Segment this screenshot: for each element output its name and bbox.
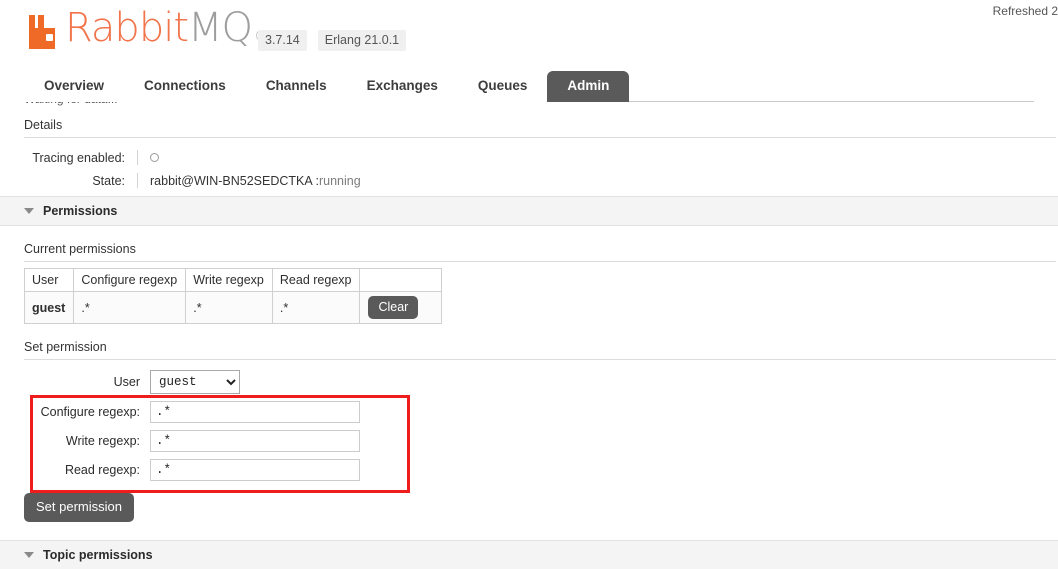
read-regexp-label: Read regexp:	[64, 463, 140, 477]
tracing-enabled-label: Tracing enabled:	[32, 151, 125, 165]
set-permission-button[interactable]: Set permission	[24, 493, 134, 522]
read-regexp-input[interactable]	[150, 459, 360, 481]
col-actions	[359, 268, 443, 292]
tab-channels[interactable]: Channels	[245, 71, 347, 102]
tracing-enabled-value	[137, 150, 159, 165]
rabbitmq-version-badge: 3.7.14	[258, 30, 307, 51]
write-regexp-input[interactable]	[150, 430, 360, 452]
tab-overview[interactable]: Overview	[24, 71, 125, 102]
form-row-write: Write regexp:	[0, 430, 1058, 452]
logo-rabbit-text: Rabbit	[65, 5, 189, 51]
configure-regexp-label: Configure regexp:	[40, 405, 140, 419]
logo-wordmark: RabbitMQ®	[65, 5, 269, 56]
col-read-regexp: Read regexp	[271, 268, 361, 292]
state-value: rabbit@WIN-BN52SEDCTKA : running	[137, 173, 361, 188]
table-header-row: User Configure regexp Write regexp Read …	[23, 268, 443, 292]
form-row-read: Read regexp:	[0, 459, 1058, 481]
rabbitmq-logo-icon	[28, 14, 62, 50]
chevron-down-icon[interactable]	[24, 208, 34, 214]
current-permissions-divider	[24, 261, 1056, 262]
col-configure-regexp: Configure regexp	[73, 268, 187, 292]
refreshed-status: Refreshed 2	[992, 4, 1058, 18]
permissions-section-title: Permissions	[43, 204, 118, 218]
state-status: running	[318, 173, 361, 188]
configure-regexp-input[interactable]	[150, 401, 360, 423]
details-list: Tracing enabled: State: rabbit@WIN-BN52S…	[0, 150, 1058, 188]
topic-permissions-section-header[interactable]: Topic permissions	[0, 540, 1058, 569]
permissions-table: User Configure regexp Write regexp Read …	[23, 268, 443, 324]
cell-write: .*	[185, 291, 273, 324]
cell-read: .*	[271, 291, 361, 324]
tab-queues[interactable]: Queues	[457, 71, 548, 102]
cell-user: guest	[23, 291, 75, 324]
set-permission-button-wrap: Set permission	[24, 493, 1058, 522]
erlang-version-badge: Erlang 21.0.1	[317, 30, 407, 51]
user-field-label: User	[113, 375, 140, 389]
version-badges: 3.7.14 Erlang 21.0.1	[258, 30, 407, 51]
current-permissions-label: Current permissions	[24, 242, 136, 256]
tab-exchanges[interactable]: Exchanges	[346, 71, 458, 102]
user-select[interactable]: guest	[150, 370, 240, 394]
main-content: Details Tracing enabled: State: rabbit@W…	[0, 102, 1058, 522]
topic-permissions-section-title: Topic permissions	[43, 548, 153, 562]
form-row-user: User guest	[0, 370, 1058, 394]
cell-configure: .*	[73, 291, 187, 324]
details-divider	[24, 137, 1056, 138]
tab-connections[interactable]: Connections	[124, 71, 246, 102]
detail-row-state: State: rabbit@WIN-BN52SEDCTKA : running	[0, 173, 1058, 188]
permissions-section-header[interactable]: Permissions	[0, 196, 1058, 226]
tracing-radio-icon[interactable]	[150, 153, 159, 162]
form-row-configure: Configure regexp:	[0, 401, 1058, 423]
logo-mq-text: MQ	[188, 5, 253, 51]
detail-row-tracing: Tracing enabled:	[0, 150, 1058, 165]
set-permission-form: User guest Configure regexp: Write regex…	[0, 370, 1058, 493]
rabbitmq-logo[interactable]: RabbitMQ®	[28, 5, 269, 56]
main-navigation: Overview Connections Channels Exchanges …	[0, 70, 1058, 102]
state-label: State:	[92, 173, 125, 188]
set-permission-label: Set permission	[24, 340, 107, 354]
state-node-name: rabbit@WIN-BN52SEDCTKA :	[150, 173, 319, 188]
details-title: Details	[24, 118, 63, 132]
set-permission-divider	[24, 359, 1056, 360]
cell-action: Clear	[359, 291, 443, 324]
col-write-regexp: Write regexp	[185, 268, 273, 292]
table-row: guest .* .* .* Clear	[23, 291, 443, 324]
clear-permission-button[interactable]: Clear	[368, 296, 419, 319]
tab-admin[interactable]: Admin	[547, 71, 630, 102]
chevron-down-icon-topic[interactable]	[24, 552, 34, 558]
col-user: User	[23, 268, 75, 292]
write-regexp-label: Write regexp:	[65, 434, 140, 448]
page-header: RabbitMQ® 3.7.14 Erlang 21.0.1 Refreshed…	[0, 0, 1058, 68]
